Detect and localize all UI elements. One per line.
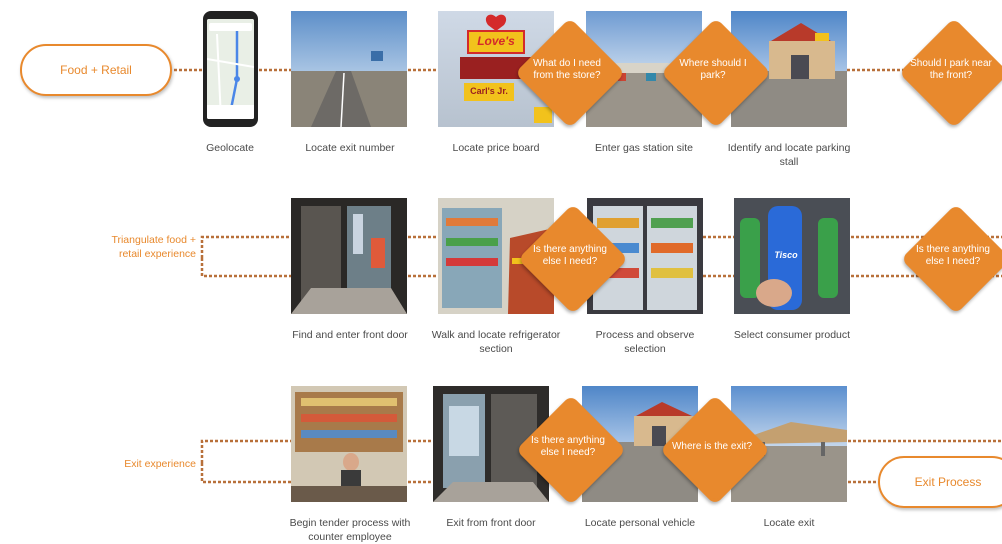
side-label-exit-experience: Exit experience — [124, 458, 196, 470]
photo-front-door — [291, 198, 407, 314]
caption-front-door: Find and enter front door — [292, 329, 408, 341]
decision-where-exit: Where is the exit? — [671, 441, 753, 452]
caption-process-selection: Process and observe selection — [595, 329, 695, 355]
caption-geolocate: Geolocate — [206, 142, 254, 154]
sign-text-loves: Love's — [477, 34, 515, 48]
decision-anything-else-1: Is there anything else I need? — [533, 244, 607, 267]
caption-refrigerator-section: Walk and locate refrigerator section — [431, 329, 561, 355]
decision-what-needed: What do I need from the store? — [533, 58, 601, 81]
product-label-text: Tisco — [774, 250, 798, 260]
decision-anything-else-3: Is there anything else I need? — [531, 435, 605, 458]
decision-park-front: Should I park near the front? — [910, 58, 992, 81]
caption-personal-vehicle: Locate personal vehicle — [584, 517, 696, 529]
caption-tender-process: Begin tender process with counter employ… — [289, 517, 411, 543]
caption-locate-price-board: Locate price board — [452, 142, 540, 154]
caption-parking-stall: Identify and locate parking stall — [727, 142, 851, 168]
caption-locate-exit: Locate exit — [763, 517, 815, 529]
caption-exit-front-door: Exit from front door — [446, 517, 536, 529]
photo-consumer-product: Tisco — [734, 198, 850, 314]
phone-map-image — [203, 11, 258, 127]
caption-enter-gas-station: Enter gas station site — [594, 142, 694, 154]
decision-where-park: Where should I park? — [679, 58, 747, 81]
start-pill-food-retail: Food + Retail — [20, 44, 172, 96]
photo-exit-road — [291, 11, 407, 127]
decision-anything-else-2: Is there anything else I need? — [916, 244, 990, 267]
caption-consumer-product: Select consumer product — [733, 329, 851, 341]
caption-locate-exit-number: Locate exit number — [305, 142, 395, 154]
sign-text-carls-jr: Carl's Jr. — [470, 86, 508, 96]
photo-counter-employee — [291, 386, 407, 502]
end-pill-exit-process: Exit Process — [878, 456, 1002, 508]
map-icon — [207, 19, 254, 119]
side-label-triangulate: Triangulate food + retail experience — [111, 234, 196, 260]
